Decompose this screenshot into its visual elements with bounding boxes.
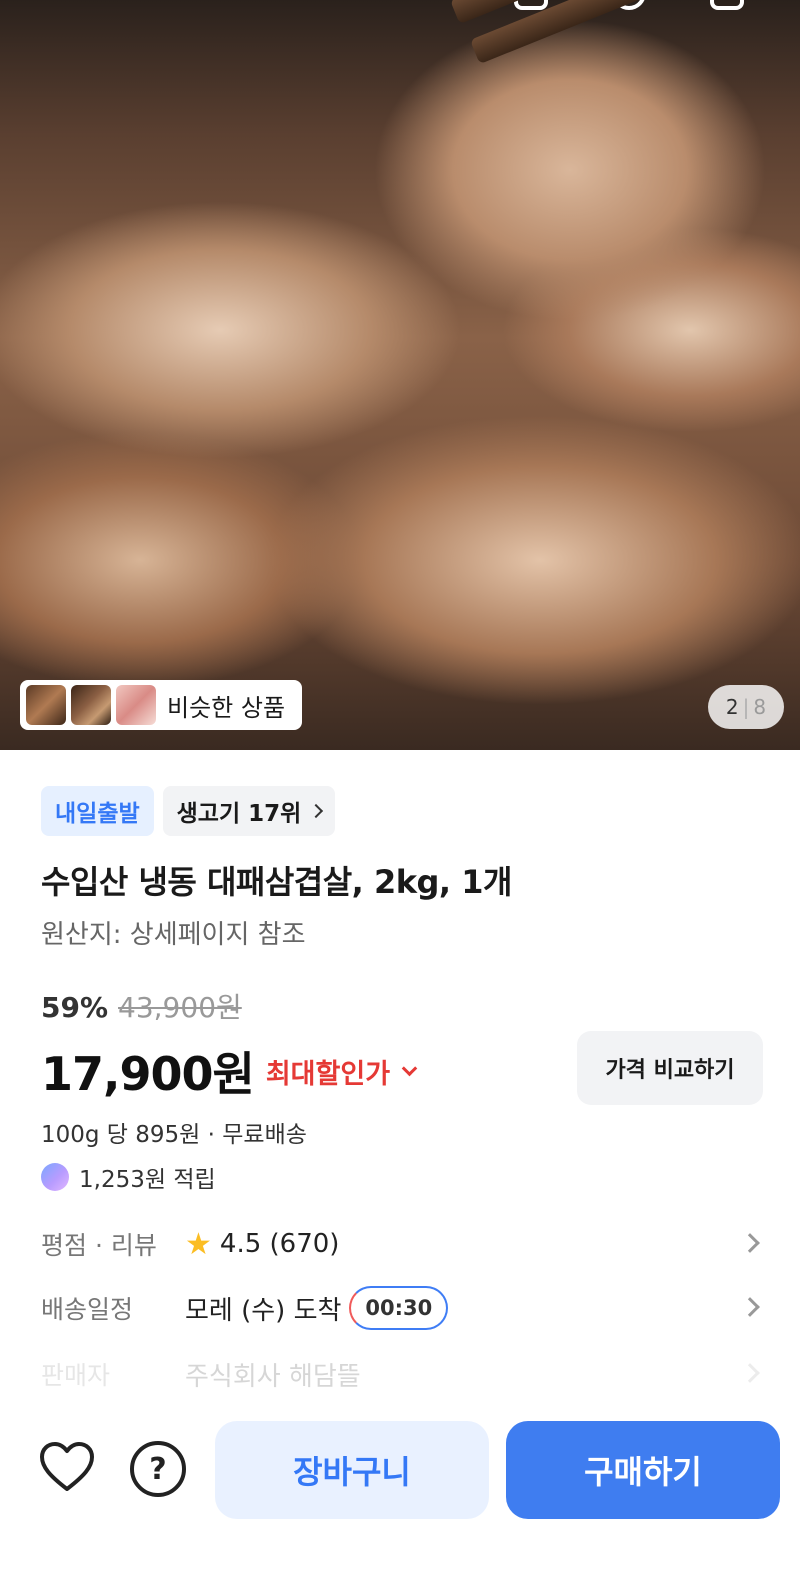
chevron-right-icon: [740, 1233, 760, 1253]
question-icon: ?: [149, 1451, 167, 1487]
image-counter: 2 | 8: [708, 685, 784, 729]
add-to-cart-button[interactable]: 장바구니: [215, 1421, 489, 1519]
delivery-date: 모레 (수) 도착: [185, 1295, 342, 1326]
similar-thumb: [26, 685, 66, 725]
chevron-right-icon: [309, 803, 324, 819]
badge-row: 내일출발 생고기 17위: [41, 786, 336, 836]
seller-label: 판매자: [41, 1361, 111, 1390]
similar-products-label: 비슷한 상품: [167, 693, 286, 722]
buy-now-button[interactable]: 구매하기: [506, 1421, 780, 1519]
wishlist-button[interactable]: [38, 1440, 96, 1494]
product-image[interactable]: 비슷한 상품 2 | 8: [0, 0, 800, 750]
category-rank-badge[interactable]: 생고기 17위: [162, 786, 336, 836]
price-row: 17,900원 최대할인가: [41, 1038, 418, 1104]
image-counter-separator: |: [742, 695, 750, 719]
chevron-right-icon: [740, 1297, 760, 1317]
product-title: 수입산 냉동 대패삼겹살, 2kg, 1개: [41, 863, 512, 901]
top-nav: [0, 0, 800, 12]
share-icon[interactable]: [514, 0, 548, 10]
image-counter-current: 2: [725, 695, 739, 719]
category-rank-label: 생고기 17위: [176, 801, 302, 827]
rating-value-wrap: ★ 4.5 (670): [185, 1227, 339, 1262]
points-icon: [41, 1163, 69, 1191]
similar-products-button[interactable]: 비슷한 상품: [20, 680, 302, 730]
reward-points: 1,253원 적립: [41, 1160, 216, 1194]
rating-review-row[interactable]: 평점 · 리뷰 ★ 4.5 (670): [41, 1214, 761, 1274]
discount-row: 59% 43,900원: [41, 986, 242, 1026]
discount-rate: 59%: [41, 991, 109, 1024]
product-origin: 원산지: 상세페이지 참조: [41, 920, 306, 950]
cart-icon[interactable]: [710, 0, 744, 10]
image-counter-total: 8: [753, 695, 767, 719]
delivery-value-wrap: 모레 (수) 도착 00:30: [185, 1286, 449, 1330]
heart-icon: [40, 1442, 94, 1491]
similar-thumb: [116, 685, 156, 725]
chevron-down-icon[interactable]: [401, 1060, 418, 1076]
reward-points-label: 1,253원 적립: [79, 1167, 216, 1193]
delivery-countdown: 00:30: [349, 1286, 449, 1330]
original-price: 43,900원: [118, 991, 242, 1024]
chevron-right-icon: [740, 1363, 760, 1383]
price-compare-button[interactable]: 가격 비교하기: [577, 1031, 763, 1105]
rating-value: 4.5 (670): [219, 1229, 340, 1259]
seller-name: 주식회사 해담뜰: [185, 1361, 361, 1392]
delivery-schedule-row[interactable]: 배송일정 모레 (수) 도착 00:30: [41, 1278, 761, 1338]
unit-price-shipping: 100g 당 895원 · 무료배송: [41, 1122, 307, 1148]
delivery-badge: 내일출발: [41, 786, 154, 836]
sale-price: 17,900원: [41, 1047, 255, 1101]
rating-review-label: 평점 · 리뷰: [41, 1231, 157, 1260]
delivery-schedule-label: 배송일정: [41, 1295, 134, 1324]
similar-thumb: [71, 685, 111, 725]
max-discount-toggle[interactable]: 최대할인가: [266, 1052, 390, 1091]
star-icon: ★: [185, 1226, 212, 1262]
inquiry-button[interactable]: ?: [130, 1441, 186, 1497]
